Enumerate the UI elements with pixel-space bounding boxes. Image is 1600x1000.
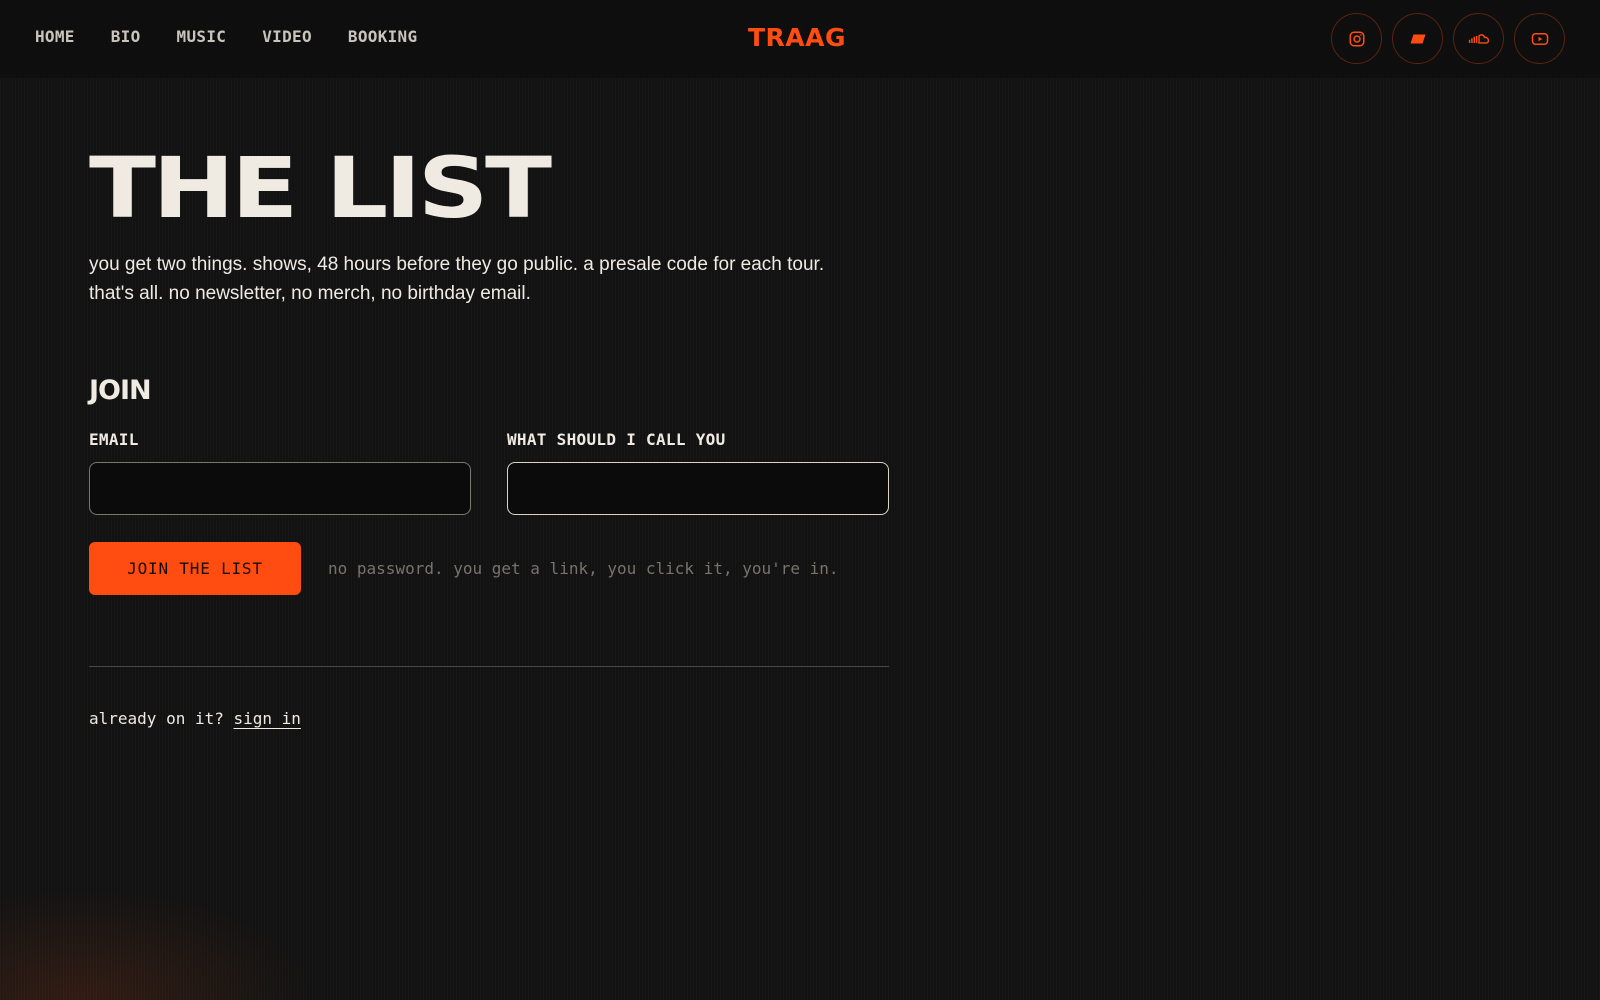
bandcamp-link[interactable]	[1392, 13, 1443, 64]
no-password-hint: no password. you get a link, you click i…	[328, 559, 839, 578]
youtube-link[interactable]	[1514, 13, 1565, 64]
nav-booking[interactable]: BOOKING	[348, 27, 418, 46]
instagram-icon	[1349, 31, 1364, 46]
nav-bio[interactable]: BIO	[111, 27, 141, 46]
intro-line-1: you get two things. shows, 48 hours befo…	[89, 254, 825, 275]
social-links	[1331, 13, 1565, 64]
name-input[interactable]	[507, 462, 889, 515]
site-logo[interactable]: TRAAG	[748, 23, 846, 52]
email-input[interactable]	[89, 462, 471, 515]
youtube-icon	[1531, 32, 1548, 45]
nav-home[interactable]: HOME	[35, 27, 75, 46]
intro-text: you get two things. shows, 48 hours befo…	[89, 250, 889, 308]
name-field-group: WHAT SHOULD I CALL YOU	[507, 430, 889, 515]
intro-line-2: that's all. no newsletter, no merch, no …	[89, 283, 531, 304]
nav-music[interactable]: MUSIC	[177, 27, 227, 46]
join-the-list-button[interactable]: JOIN THE LIST	[89, 542, 301, 595]
soundcloud-icon	[1468, 33, 1489, 44]
page-title: THE LIST	[89, 139, 552, 237]
top-bar: HOME BIO MUSIC VIDEO BOOKING TRAAG	[0, 0, 1600, 79]
join-heading: JOIN	[89, 375, 152, 406]
divider	[89, 666, 889, 667]
email-label: EMAIL	[89, 430, 139, 449]
bandcamp-icon	[1410, 34, 1425, 43]
signin-prompt: already on it?	[89, 709, 224, 728]
name-label: WHAT SHOULD I CALL YOU	[507, 430, 726, 449]
signin-row: already on it? sign in	[89, 709, 889, 728]
form-actions: JOIN THE LIST no password. you get a lin…	[89, 542, 889, 595]
email-field-group: EMAIL	[89, 430, 471, 515]
sign-in-link[interactable]: sign in	[234, 709, 301, 728]
instagram-link[interactable]	[1331, 13, 1382, 64]
main-nav: HOME BIO MUSIC VIDEO BOOKING	[35, 27, 417, 46]
join-form: EMAIL WHAT SHOULD I CALL YOU	[89, 430, 889, 515]
soundcloud-link[interactable]	[1453, 13, 1504, 64]
list-signup-section: THE LIST you get two things. shows, 48 h…	[89, 138, 889, 728]
nav-video[interactable]: VIDEO	[262, 27, 312, 46]
